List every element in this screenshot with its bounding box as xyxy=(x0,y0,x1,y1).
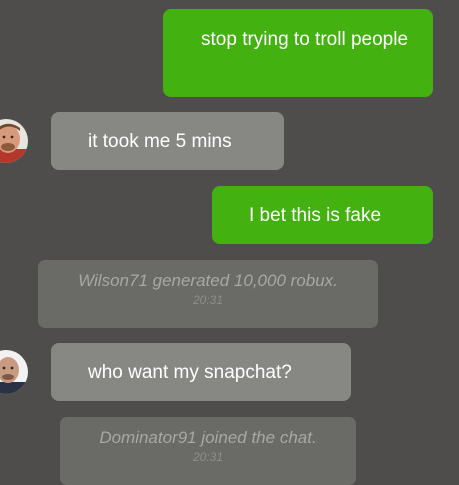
message-timestamp: 20:31 xyxy=(192,450,224,464)
man-red-shirt-icon xyxy=(0,119,28,163)
message-timestamp: 20:31 xyxy=(192,293,224,307)
man-bald-icon xyxy=(0,350,28,394)
system-message-text: Wilson71 generated 10,000 robux. xyxy=(78,271,338,290)
message-text: I bet this is fake xyxy=(249,205,382,226)
outgoing-message: I bet this is fake xyxy=(212,186,433,244)
outgoing-message: stop trying to troll people xyxy=(163,9,433,97)
user-avatar[interactable] xyxy=(0,350,28,394)
incoming-message: it took me 5 mins xyxy=(51,112,284,170)
message-text: it took me 5 mins xyxy=(88,131,232,152)
message-text: who want my snapchat? xyxy=(88,362,292,383)
system-message: Dominator91 joined the chat. 20:31 xyxy=(60,417,356,485)
user-avatar[interactable] xyxy=(0,119,28,163)
system-message: Wilson71 generated 10,000 robux. 20:31 xyxy=(38,260,378,328)
message-text: stop trying to troll people xyxy=(201,29,409,50)
incoming-message: who want my snapchat? xyxy=(51,343,351,401)
system-message-text: Dominator91 joined the chat. xyxy=(99,428,317,447)
